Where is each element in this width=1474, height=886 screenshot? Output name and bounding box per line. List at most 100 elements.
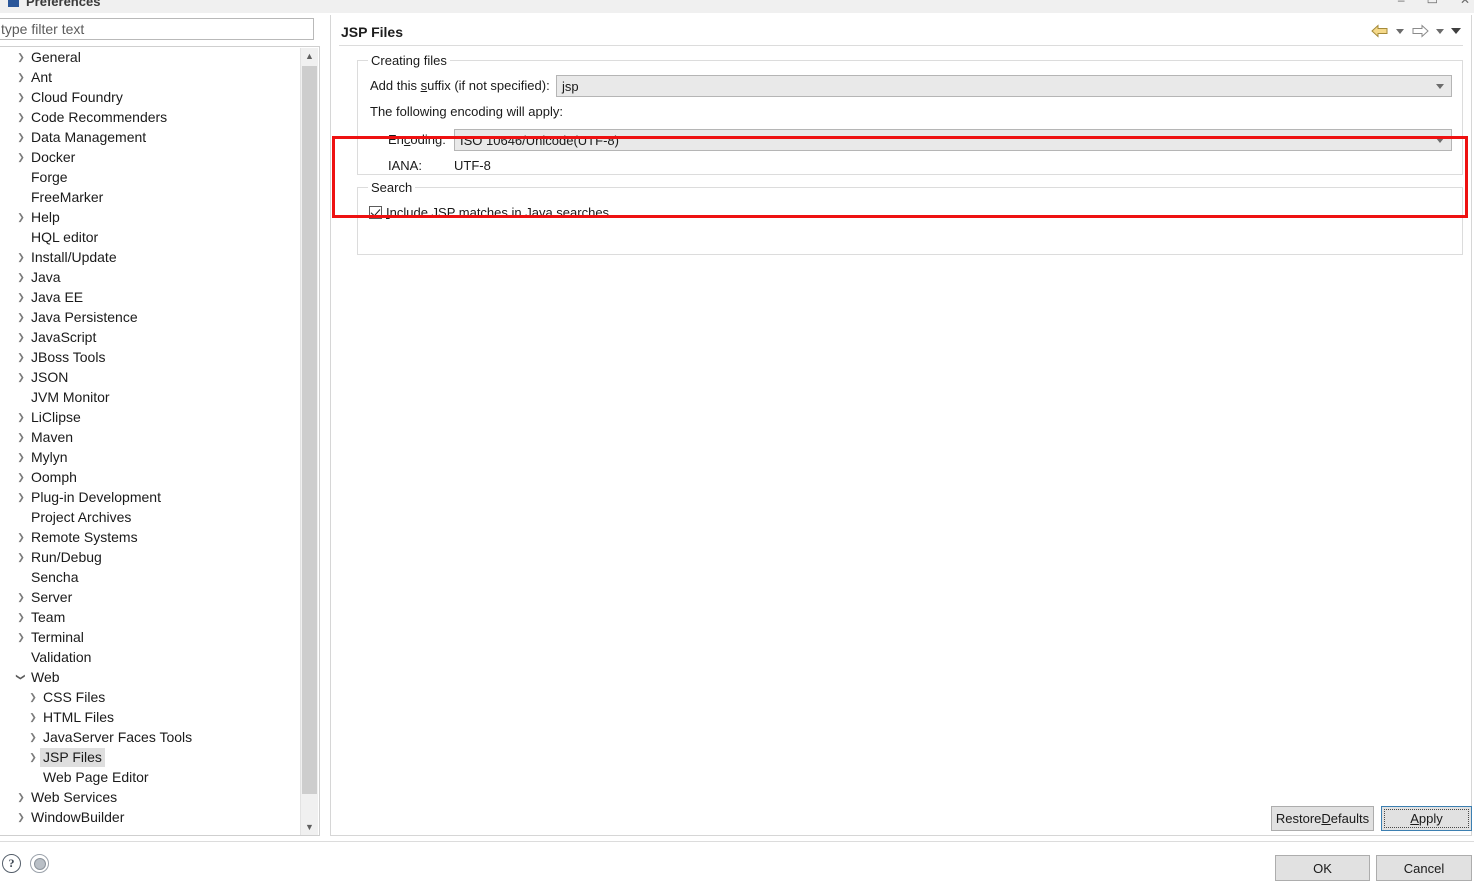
apply-button[interactable]: Apply <box>1381 806 1472 831</box>
tree-item-oomph[interactable]: ❯ Oomph <box>0 467 300 487</box>
chevron-right-icon[interactable]: ❯ <box>14 447 28 467</box>
tree-item-jboss-tools[interactable]: ❯ JBoss Tools <box>0 347 300 367</box>
chevron-right-icon[interactable]: ❯ <box>26 707 40 727</box>
chevron-down-icon[interactable]: ❯ <box>11 670 31 684</box>
scroll-up-icon[interactable]: ▲ <box>301 48 318 65</box>
search-input[interactable] <box>0 19 313 39</box>
tree-item-web-page-editor[interactable]: Web Page Editor <box>0 767 300 787</box>
tree-item-help[interactable]: ❯ Help <box>0 207 300 227</box>
tree-item-jsp-files[interactable]: ❯ JSP Files <box>0 747 300 767</box>
back-dropdown-chevron-icon[interactable] <box>1393 20 1407 42</box>
chevron-right-icon[interactable]: ❯ <box>14 587 28 607</box>
cancel-button[interactable]: Cancel <box>1376 855 1472 881</box>
tree-item-project-archives[interactable]: Project Archives <box>0 507 300 527</box>
help-icon[interactable]: ? <box>2 854 21 873</box>
tree-item-cloud-foundry[interactable]: ❯ Cloud Foundry <box>0 87 300 107</box>
forward-arrow-icon[interactable] <box>1409 20 1431 42</box>
preferences-tree[interactable]: ❯ General ❯ Ant ❯ Cloud Foundry ❯ Code Recommen… <box>0 46 320 836</box>
chevron-right-icon[interactable]: ❯ <box>14 367 28 387</box>
tree-item-remote-systems[interactable]: ❯ Remote Systems <box>0 527 300 547</box>
chevron-right-icon[interactable]: ❯ <box>14 287 28 307</box>
chevron-right-icon[interactable]: ❯ <box>26 727 40 747</box>
tree-item-html-files[interactable]: ❯ HTML Files <box>0 707 300 727</box>
tree-item-liclipse[interactable]: ❯ LiClipse <box>0 407 300 427</box>
tree-item-freemarker[interactable]: FreeMarker <box>0 187 300 207</box>
chevron-right-icon[interactable]: ❯ <box>14 627 28 647</box>
tree-item-terminal[interactable]: ❯ Terminal <box>0 627 300 647</box>
chevron-right-icon[interactable]: ❯ <box>14 487 28 507</box>
chevron-right-icon[interactable]: ❯ <box>14 47 28 67</box>
tree-item-run-debug[interactable]: ❯ Run/Debug <box>0 547 300 567</box>
advanced-filter-icon[interactable] <box>30 854 49 873</box>
tree-item-team[interactable]: ❯ Team <box>0 607 300 627</box>
chevron-right-icon[interactable]: ❯ <box>14 327 28 347</box>
tree-item-forge[interactable]: Forge <box>0 167 300 187</box>
view-menu-icon[interactable] <box>1449 20 1463 42</box>
tree-item-web-services[interactable]: ❯ Web Services <box>0 787 300 807</box>
chevron-right-icon[interactable]: ❯ <box>14 807 28 827</box>
chevron-right-icon[interactable]: ❯ <box>14 267 28 287</box>
chevron-right-icon[interactable]: ❯ <box>14 427 28 447</box>
tree-item-java[interactable]: ❯ Java <box>0 267 300 287</box>
tree-item-javascript[interactable]: ❯ JavaScript <box>0 327 300 347</box>
chevron-right-icon[interactable]: ❯ <box>14 127 28 147</box>
chevron-right-icon[interactable]: ❯ <box>14 547 28 567</box>
tree-item-validation[interactable]: Validation <box>0 647 300 667</box>
scroll-down-icon[interactable]: ▼ <box>301 819 318 835</box>
chevron-right-icon[interactable]: ❯ <box>26 687 40 707</box>
page-nav-toolbar[interactable] <box>1369 20 1463 42</box>
chevron-down-icon[interactable] <box>1436 138 1444 143</box>
tree-list[interactable]: ❯ General ❯ Ant ❯ Cloud Foundry ❯ Code Recommen… <box>0 47 300 835</box>
forward-dropdown-chevron-icon[interactable] <box>1433 20 1447 42</box>
tree-item-install-update[interactable]: ❯ Install/Update <box>0 247 300 267</box>
chevron-right-icon[interactable]: ❯ <box>14 407 28 427</box>
maximize-button[interactable]: ▭ <box>1427 0 1438 7</box>
tree-item-java-persistence[interactable]: ❯ Java Persistence <box>0 307 300 327</box>
tree-vertical-scrollbar[interactable]: ▲ ▼ <box>300 48 318 835</box>
include-jsp-matches-checkbox[interactable] <box>369 206 382 219</box>
minimize-button[interactable]: – <box>1398 0 1405 7</box>
tree-item-server[interactable]: ❯ Server <box>0 587 300 607</box>
tree-item-maven[interactable]: ❯ Maven <box>0 427 300 447</box>
tree-item-data-management[interactable]: ❯ Data Management <box>0 127 300 147</box>
suffix-combo[interactable]: jsp <box>556 75 1452 97</box>
chevron-right-icon[interactable]: ❯ <box>26 747 40 767</box>
tree-item-general[interactable]: ❯ General <box>0 47 300 67</box>
chevron-right-icon[interactable]: ❯ <box>14 207 28 227</box>
chevron-right-icon[interactable]: ❯ <box>14 467 28 487</box>
tree-item-code-recommenders[interactable]: ❯ Code Recommenders <box>0 107 300 127</box>
include-jsp-matches-checkbox-row[interactable]: Include JSP matches in Java searches <box>369 205 609 220</box>
filter-text-box[interactable] <box>0 18 314 40</box>
tree-item-java-ee[interactable]: ❯ Java EE <box>0 287 300 307</box>
ok-button[interactable]: OK <box>1275 855 1370 881</box>
tree-item-jvm-monitor[interactable]: JVM Monitor <box>0 387 300 407</box>
tree-item-hql-editor[interactable]: HQL editor <box>0 227 300 247</box>
encoding-combo[interactable]: ISO 10646/Unicode(UTF-8) <box>454 129 1452 151</box>
chevron-right-icon[interactable]: ❯ <box>14 527 28 547</box>
tree-item-sencha[interactable]: Sencha <box>0 567 300 587</box>
tree-item-mylyn[interactable]: ❯ Mylyn <box>0 447 300 467</box>
chevron-right-icon[interactable]: ❯ <box>14 87 28 107</box>
chevron-right-icon[interactable]: ❯ <box>14 247 28 267</box>
tree-item-ant[interactable]: ❯ Ant <box>0 67 300 87</box>
chevron-right-icon[interactable]: ❯ <box>14 67 28 87</box>
tree-item-docker[interactable]: ❯ Docker <box>0 147 300 167</box>
chevron-down-icon[interactable] <box>1436 84 1444 89</box>
tree-item-javaserver-faces-tools[interactable]: ❯ JavaServer Faces Tools <box>0 727 300 747</box>
window-controls[interactable]: – ▭ ✕ <box>1398 0 1470 7</box>
tree-item-windowbuilder[interactable]: ❯ WindowBuilder <box>0 807 300 827</box>
tree-item-css-files[interactable]: ❯ CSS Files <box>0 687 300 707</box>
back-arrow-icon[interactable] <box>1369 20 1391 42</box>
chevron-right-icon[interactable]: ❯ <box>14 347 28 367</box>
chevron-right-icon[interactable]: ❯ <box>14 147 28 167</box>
tree-item-plug-in-development[interactable]: ❯ Plug-in Development <box>0 487 300 507</box>
tree-item-web[interactable]: ❯ Web <box>0 667 300 687</box>
chevron-right-icon[interactable]: ❯ <box>14 607 28 627</box>
scrollbar-thumb[interactable] <box>302 66 317 794</box>
chevron-right-icon[interactable]: ❯ <box>14 107 28 127</box>
chevron-right-icon[interactable]: ❯ <box>14 307 28 327</box>
tree-item-json[interactable]: ❯ JSON <box>0 367 300 387</box>
restore-defaults-button[interactable]: Restore Defaults <box>1271 806 1374 831</box>
close-button[interactable]: ✕ <box>1460 0 1470 7</box>
chevron-right-icon[interactable]: ❯ <box>14 787 28 807</box>
